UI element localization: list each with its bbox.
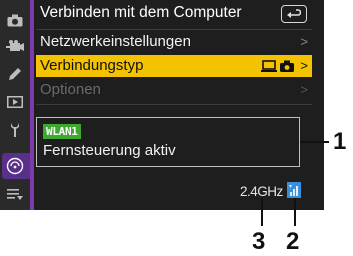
callout-3-number: 3 xyxy=(252,228,266,255)
camera-icon[interactable] xyxy=(0,8,30,32)
callout-1-number: 1 xyxy=(333,128,347,155)
wrench-icon[interactable] xyxy=(0,118,30,142)
connection-status-text: Fernsteuerung aktiv xyxy=(43,142,176,159)
menu-item-label: Optionen xyxy=(40,81,101,98)
options-divider xyxy=(36,104,312,105)
laptop-icon xyxy=(261,59,277,72)
sidebar-active-marker xyxy=(30,0,34,210)
menu-sidebar xyxy=(0,0,30,210)
page-title: Verbinden mit dem Computer xyxy=(40,4,242,21)
back-button[interactable] xyxy=(281,5,307,23)
network-icon[interactable] xyxy=(0,154,30,178)
chevron-right-icon: > xyxy=(300,82,308,97)
playback-icon[interactable] xyxy=(0,90,30,114)
menu-item-options: Optionen > xyxy=(36,79,312,101)
chevron-right-icon: > xyxy=(300,58,308,73)
my-menu-icon[interactable] xyxy=(0,182,30,206)
return-icon xyxy=(287,9,301,18)
menu-item-connection-type[interactable]: Verbindungstyp > xyxy=(36,55,312,77)
chevron-right-icon: > xyxy=(300,34,308,49)
title-divider xyxy=(36,29,312,30)
callout-2-line xyxy=(294,198,296,226)
menu-item-label: Verbindungstyp xyxy=(40,57,144,74)
frequency-band-label: 2.4GHz xyxy=(240,184,283,199)
movie-camera-icon[interactable] xyxy=(0,34,30,58)
pencil-icon[interactable] xyxy=(0,62,30,86)
menu-title: Verbinden mit dem Computer xyxy=(36,2,312,24)
connection-type-icons xyxy=(261,59,294,73)
callout-1-line xyxy=(300,141,329,143)
menu-item-network-settings[interactable]: Netzwerkeinstellungen > xyxy=(36,31,312,53)
callout-3-line xyxy=(261,198,263,226)
wlan-profile-badge: WLAN1 xyxy=(43,124,81,139)
callout-2-number: 2 xyxy=(286,228,300,255)
camera-small-icon xyxy=(280,60,294,72)
wifi-signal-icon xyxy=(287,182,301,198)
camera-menu-screen: Verbinden mit dem Computer Netzwerkeinst… xyxy=(0,0,324,210)
connection-status-panel: WLAN1 Fernsteuerung aktiv xyxy=(36,117,300,167)
menu-item-label: Netzwerkeinstellungen xyxy=(40,33,191,50)
